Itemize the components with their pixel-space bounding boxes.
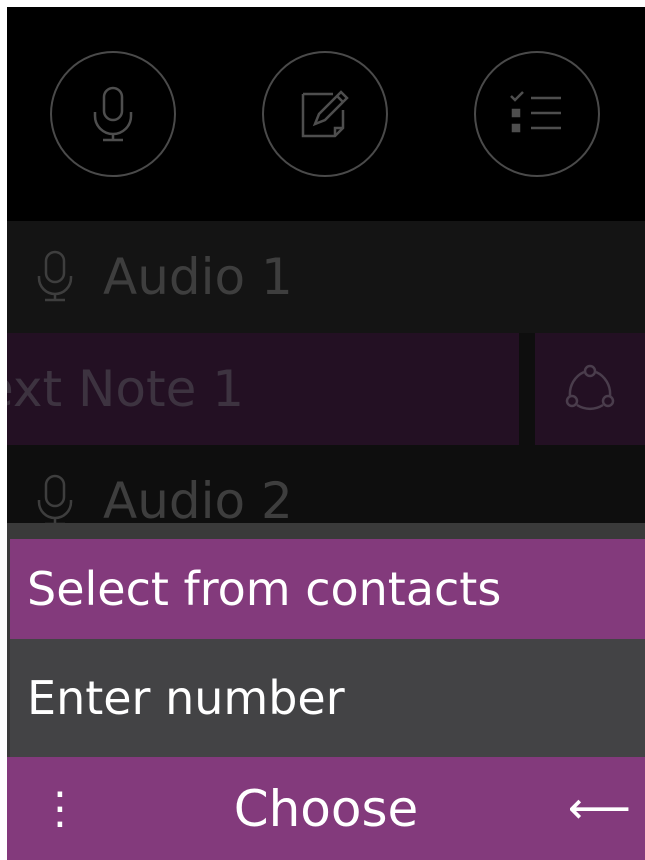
softkey-bar: Choose ⋮ ⟵: [7, 757, 645, 860]
more-options-icon: ⋮: [38, 783, 82, 834]
options-softkey[interactable]: ⋮: [38, 757, 82, 860]
text-note-item[interactable]: ext Note 1: [7, 333, 519, 445]
record-audio-button[interactable]: [50, 51, 176, 177]
menu-item-select-from-contacts[interactable]: Select from contacts: [10, 539, 645, 639]
back-arrow-icon: ⟵: [567, 783, 631, 834]
softkey-center-choose[interactable]: Choose: [7, 757, 645, 860]
list-item-swiped[interactable]: ext Note 1: [7, 333, 645, 445]
list-item-label: ext Note 1: [7, 360, 245, 418]
list-item-label: Audio 2: [103, 472, 293, 530]
new-checklist-button[interactable]: [474, 51, 600, 177]
microphone-icon: [7, 250, 103, 304]
share-icon: [565, 364, 615, 410]
microphone-icon: [93, 86, 133, 142]
microphone-icon: [7, 474, 103, 528]
new-text-note-button[interactable]: [262, 51, 388, 177]
back-softkey[interactable]: ⟵: [568, 757, 631, 860]
checklist-icon: [510, 91, 561, 133]
menu-item-label: Enter number: [27, 671, 345, 725]
menu-item-label: Select from contacts: [27, 562, 502, 616]
share-button[interactable]: [535, 333, 645, 445]
note-edit-icon: [301, 90, 349, 138]
action-bar: [7, 7, 645, 221]
menu-item-enter-number[interactable]: Enter number: [10, 639, 645, 757]
menu-border: [7, 523, 645, 539]
softkey-center-label: Choose: [233, 779, 419, 838]
list-item-label: Audio 1: [103, 248, 293, 306]
screen: Audio 1 ext Note 1 Audio 2 Select from c…: [7, 7, 645, 860]
list-item[interactable]: Audio 1: [7, 221, 645, 333]
